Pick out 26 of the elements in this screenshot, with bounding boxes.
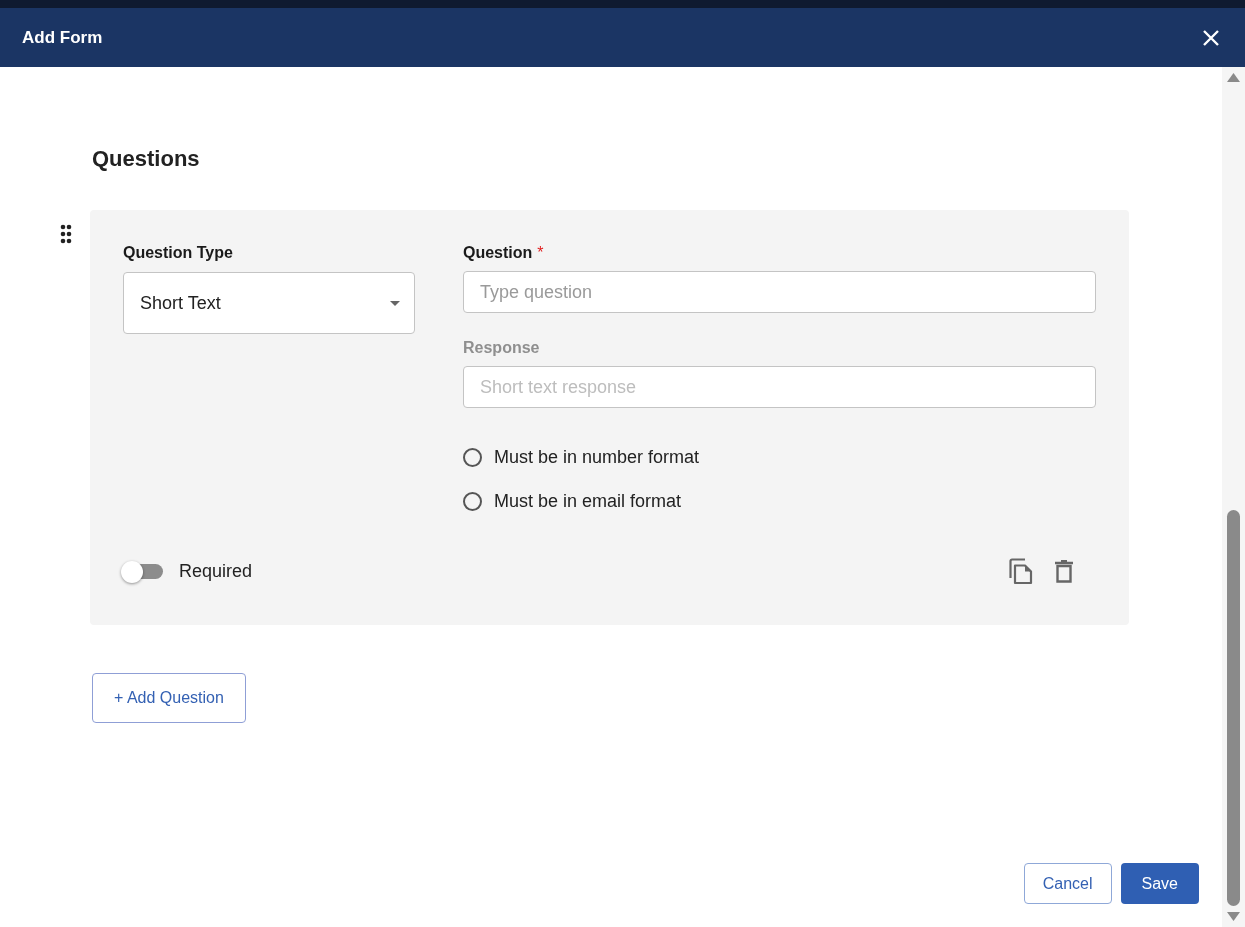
scroll-down-icon[interactable] [1227,912,1240,921]
question-input[interactable]: Type question [463,271,1096,313]
radio-button[interactable] [463,447,482,467]
dropdown-caret-icon [390,300,400,306]
scrollbar-thumb[interactable] [1227,510,1240,906]
field-label: Response [463,338,541,358]
required-asterisk: * [537,243,544,263]
scrollbar[interactable] [1222,67,1245,927]
radio-label: Must be in email format [494,489,682,513]
dialog-title: Add Form [22,26,103,49]
field-label: Question Type [123,243,234,263]
cancel-button[interactable]: Cancel [1023,863,1112,904]
toggle-label: Required [179,560,253,583]
section-heading: Questions [92,145,201,173]
scroll-up-icon[interactable] [1227,73,1240,82]
add-question-button[interactable]: + Add Question [92,673,246,723]
field-label: Question [463,243,533,263]
radio-label: Must be in number format [494,445,700,469]
save-button[interactable]: Save [1120,863,1199,904]
required-toggle[interactable] [121,559,165,584]
radio-button[interactable] [463,491,482,511]
close-icon [1203,29,1219,46]
drag-handle-icon[interactable] [60,224,72,244]
question-type-select[interactable]: Short Text [123,272,415,334]
copy-icon[interactable] [1009,558,1033,585]
delete-icon[interactable] [1055,560,1073,583]
